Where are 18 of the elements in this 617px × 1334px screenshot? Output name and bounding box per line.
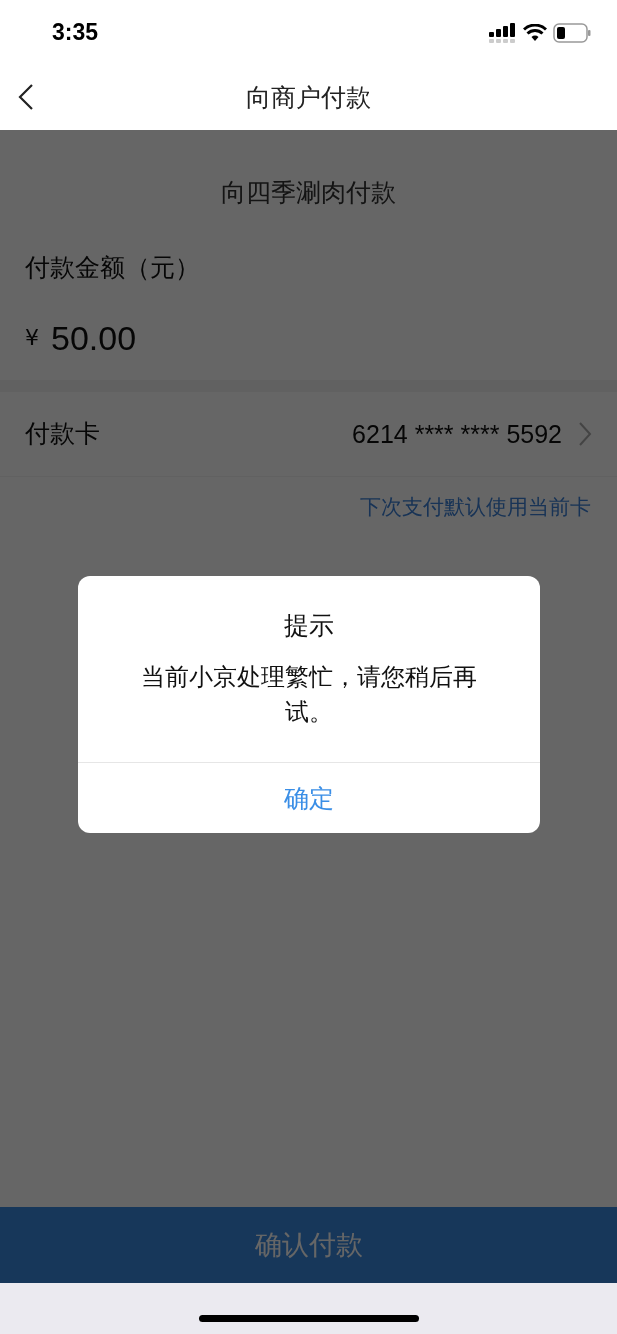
card-number: 6214 **** **** 5592 — [352, 419, 562, 449]
dialog-message: 当前小京处理繁忙，请您稍后再试。 — [140, 662, 478, 728]
card-label: 付款卡 — [25, 418, 100, 450]
ok-button[interactable]: 确定 — [78, 763, 540, 833]
confirm-payment-button[interactable]: 确认付款 — [0, 1207, 617, 1283]
wifi-icon — [523, 23, 547, 42]
card-selector[interactable]: 付款卡 6214 **** **** 5592 — [0, 392, 617, 477]
amount-label: 付款金额（元） — [25, 252, 201, 284]
currency-symbol: ¥ — [25, 324, 39, 352]
default-card-link[interactable]: 下次支付默认使用当前卡 — [360, 493, 591, 521]
page-title: 向商户付款 — [246, 82, 371, 114]
status-time: 3:35 — [52, 19, 99, 46]
amount-value: 50.00 — [51, 318, 137, 359]
dialog-title: 提示 — [284, 610, 334, 642]
chevron-icon — [578, 421, 592, 447]
merchant-name: 向四季涮肉付款 — [220, 177, 397, 209]
signal-icon — [489, 22, 517, 43]
battery-icon — [553, 22, 591, 43]
